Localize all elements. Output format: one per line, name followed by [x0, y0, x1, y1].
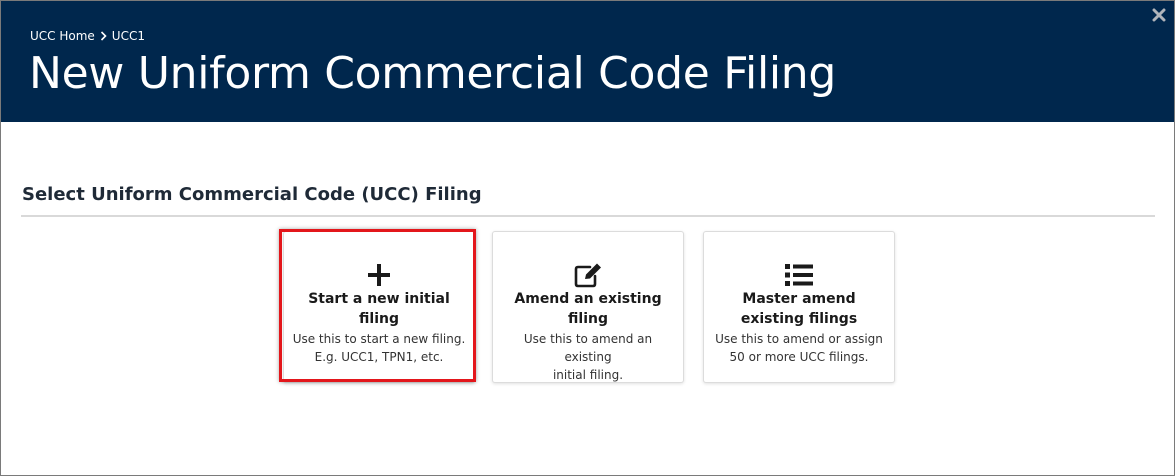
plus-icon — [364, 262, 394, 288]
section-divider — [21, 215, 1155, 217]
breadcrumb: UCC Home UCC1 — [30, 29, 145, 43]
card-title: Start a new initial filing — [308, 291, 450, 327]
modal-header: UCC Home UCC1 New Uniform Commercial Cod… — [1, 1, 1174, 122]
close-icon[interactable] — [1152, 7, 1166, 22]
start-new-filing-card[interactable]: Start a new initial filing Use this to s… — [283, 231, 475, 383]
chevron-right-icon — [100, 31, 107, 41]
card-title: Master amend existing filings — [740, 291, 858, 327]
breadcrumb-current: UCC1 — [111, 29, 145, 43]
card-description: Use this to amend an existing initial fi… — [523, 332, 653, 382]
edit-icon — [573, 262, 603, 288]
breadcrumb-home-link[interactable]: UCC Home — [30, 29, 95, 43]
card-description: Use this to start a new filing. E.g. UCC… — [292, 332, 466, 364]
page-title: New Uniform Commercial Code Filing — [29, 48, 837, 99]
card-title: Amend an existing filing — [514, 291, 662, 327]
section-title: Select Uniform Commercial Code (UCC) Fil… — [22, 184, 482, 205]
master-amend-filings-card[interactable]: Master amend existing filings Use this t… — [703, 231, 895, 383]
card-description: Use this to amend or assign 50 or more U… — [715, 332, 883, 364]
amend-existing-filing-card[interactable]: Amend an existing filing Use this to ame… — [492, 231, 684, 383]
list-icon — [784, 262, 814, 288]
modal-window: UCC Home UCC1 New Uniform Commercial Cod… — [0, 0, 1175, 476]
